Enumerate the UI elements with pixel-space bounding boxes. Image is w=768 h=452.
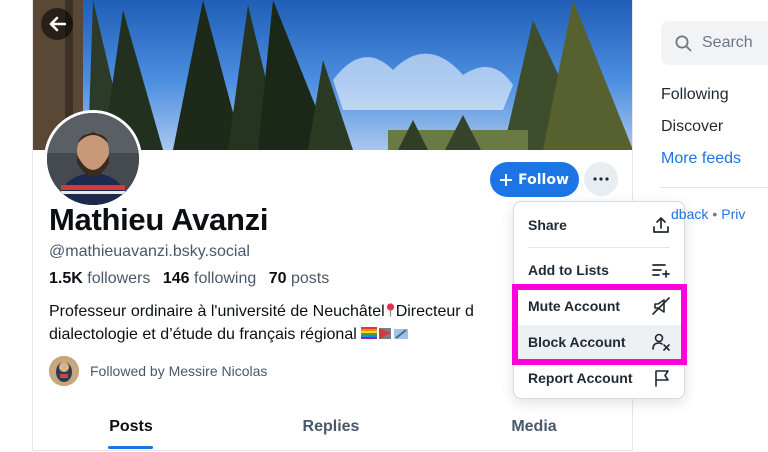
more-options-button[interactable] <box>584 162 618 196</box>
search-icon <box>675 35 692 51</box>
menu-label-share: Share <box>528 217 567 233</box>
avatar-image <box>47 113 139 205</box>
menu-label-block-account: Block Account <box>528 334 626 350</box>
flag-emojis-icon <box>360 325 409 348</box>
followers-label: followers <box>87 270 151 287</box>
following-stat[interactable]: 146 following <box>163 270 256 287</box>
follow-button[interactable]: Follow <box>490 162 579 197</box>
tab-posts[interactable]: Posts <box>81 404 181 450</box>
sidebar-link-following[interactable]: Following <box>661 86 729 104</box>
tab-replies[interactable]: Replies <box>281 404 381 450</box>
profile-stats: 1.5K followers 146 following 70 posts <box>49 270 329 288</box>
profile-display-name: Mathieu Avanzi <box>49 202 269 237</box>
posts-stat: 70 posts <box>269 270 330 287</box>
bio-text-2: dialectologie et d’étude du français rég… <box>49 326 357 343</box>
profile-tabs: Posts Replies Media <box>33 404 632 450</box>
bio-text-1a: Professeur ordinaire à l'université de N… <box>49 303 385 320</box>
follow-button-label: Follow <box>518 171 569 188</box>
posts-count: 70 <box>268 270 287 287</box>
profile-avatar[interactable] <box>44 110 142 208</box>
menu-label-report-account: Report Account <box>528 370 633 386</box>
active-tab-indicator <box>108 446 153 449</box>
footer-dot-separator: • <box>712 206 718 222</box>
menu-label-mute-account: Mute Account <box>528 298 621 314</box>
posts-label: posts <box>290 270 330 287</box>
followers-stat[interactable]: 1.5K followers <box>49 270 150 287</box>
sidebar-divider <box>661 187 768 188</box>
tab-media[interactable]: Media <box>484 404 584 450</box>
footer-feedback-link[interactable]: dback <box>671 206 708 222</box>
following-label: following <box>194 270 257 287</box>
search-placeholder: Search <box>702 34 753 51</box>
right-sidebar: Search Following Discover More feeds dba… <box>633 0 768 452</box>
followed-by-text: Followed by Messire Nicolas <box>90 363 268 379</box>
back-button[interactable] <box>41 8 73 40</box>
sidebar-link-discover[interactable]: Discover <box>661 118 723 136</box>
sidebar-link-more-feeds[interactable]: More feeds <box>661 150 741 168</box>
arrow-left-icon <box>49 16 66 32</box>
follower-avatar <box>49 356 79 386</box>
pin-emoji-icon <box>386 301 395 317</box>
following-count: 146 <box>162 270 190 287</box>
sidebar-footer-links: dback • Priv <box>671 206 745 222</box>
search-input[interactable]: Search <box>661 21 768 65</box>
footer-privacy-link[interactable]: Priv <box>721 206 745 222</box>
menu-label-add-to-lists: Add to Lists <box>528 262 609 278</box>
profile-handle: @mathieuavanzi.bsky.social <box>49 243 250 260</box>
followers-count: 1.5K <box>49 270 83 287</box>
followed-by[interactable]: Followed by Messire Nicolas <box>49 356 267 386</box>
plus-icon <box>500 173 513 186</box>
bio-text-1b: Directeur d <box>395 303 474 320</box>
ellipsis-icon <box>593 177 609 181</box>
